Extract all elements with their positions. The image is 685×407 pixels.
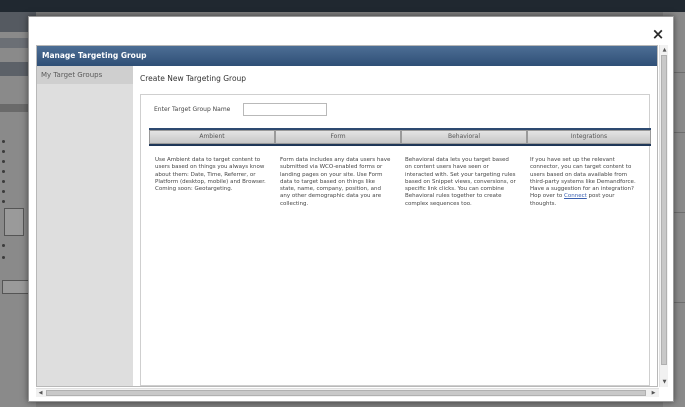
background-top-bar [0,0,685,12]
group-name-input[interactable] [243,103,327,116]
vertical-scrollbar[interactable]: ▲ ▼ [659,45,668,387]
horizontal-scroll-thumb[interactable] [46,390,646,396]
main-content: Create New Targeting Group Enter Target … [133,66,657,386]
sidebar-item-my-target-groups[interactable]: My Target Groups [37,66,133,84]
close-icon[interactable]: × [649,25,667,43]
scroll-left-icon[interactable]: ◀ [36,389,45,397]
integrations-description: If you have set up the relevant connecto… [530,157,642,208]
ambient-description: Use Ambient data to target content to us… [155,157,266,193]
targeting-type-tabs: Ambient Form Behavioral Integrations [149,128,651,146]
create-group-panel: Enter Target Group Name Ambient Form Beh… [140,94,651,386]
sidebar: My Target Groups [37,66,133,386]
scroll-up-icon[interactable]: ▲ [660,46,669,54]
manage-targeting-modal: × Manage Targeting Group My Target Group… [28,16,674,402]
page-title: Create New Targeting Group [140,74,247,83]
tab-ambient[interactable]: Ambient [149,130,275,144]
horizontal-scrollbar[interactable]: ◀ ▶ [36,388,659,397]
modal-title: Manage Targeting Group [37,46,657,66]
behavioral-description: Behavioral data lets you target based on… [405,157,516,207]
connect-link[interactable]: Connect [564,193,587,199]
form-description: Form data includes any data users have s… [280,157,391,207]
tab-form[interactable]: Form [275,130,401,144]
vertical-scroll-thumb[interactable] [661,55,667,365]
group-name-label: Enter Target Group Name [154,106,231,113]
tab-behavioral[interactable]: Behavioral [401,130,527,144]
tab-integrations[interactable]: Integrations [527,130,651,144]
modal-content-frame: Manage Targeting Group My Target Groups … [36,45,658,387]
scroll-down-icon[interactable]: ▼ [660,378,669,386]
scroll-right-icon[interactable]: ▶ [649,389,658,397]
